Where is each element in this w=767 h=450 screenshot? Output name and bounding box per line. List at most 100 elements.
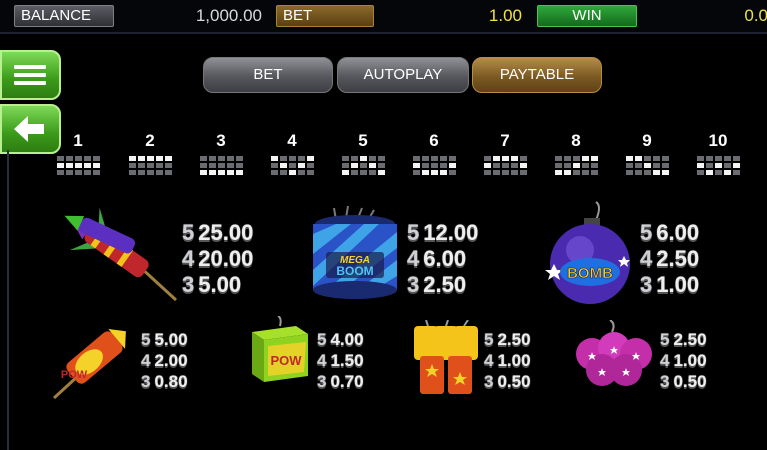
payline-cell [208,163,216,168]
payline-cell [723,163,731,168]
payline-cell [83,163,91,168]
pay-value: 0.80 [154,372,188,391]
payline-8: 8 [550,131,602,175]
tab-autoplay[interactable]: AUTOPLAY [337,57,469,93]
pay-row: 4 20.00 [182,246,253,272]
payline-cell [643,156,651,161]
payline-cell [483,163,491,168]
payline-cell [74,156,82,161]
payline-cell [421,156,429,161]
mega-boom-barrel-icon: MEGA BOOM [313,205,397,299]
payline-cell [341,163,349,168]
pay-value: 2.50 [423,272,467,297]
payline-cell [696,170,704,175]
menu-button[interactable] [0,50,61,100]
pay-count: 3 [640,272,653,297]
payline-cell [65,163,73,168]
payline-pattern [199,156,243,175]
svg-text:BOOM: BOOM [336,264,373,278]
payline-cell [705,156,713,161]
payline-cell [723,156,731,161]
pay-row: 3 1.00 [640,272,699,298]
payline-cell [359,156,367,161]
payline-cell [519,163,527,168]
payline-cell [306,170,314,175]
payline-number: 4 [287,131,297,150]
payline-cell [199,163,207,168]
pay-row: 3 2.50 [407,272,478,298]
payline-cell [501,170,509,175]
payline-number: 8 [571,131,581,150]
payline-cell [439,156,447,161]
payline-cell [732,170,740,175]
payline-number: 5 [358,131,368,150]
tab-bet[interactable]: BET [203,57,333,93]
balance-label: BALANCE [14,5,114,27]
payline-1: 1 [52,131,104,175]
payline-cell [696,156,704,161]
firecracker-bundle-paytable: 5 2.50 4 1.00 3 0.50 [484,329,531,392]
payline-cell [235,163,243,168]
pay-row: 3 0.80 [141,371,188,392]
payline-cell [510,156,518,161]
payline-cell [199,170,207,175]
payline-cell [146,170,154,175]
payline-cell [297,156,305,161]
payline-number: 6 [429,131,439,150]
payline-pattern [412,156,456,175]
payline-cell [226,163,234,168]
payline-cell [501,156,509,161]
pay-row: 4 1.00 [484,350,531,371]
payline-cell [510,170,518,175]
payline-cell [137,163,145,168]
payline-cell [270,163,278,168]
payline-cell [270,156,278,161]
payline-cell [430,156,438,161]
payline-cell [430,163,438,168]
payline-cell [146,156,154,161]
payline-cell [483,156,491,161]
pow-rocket-icon: POW [52,328,126,400]
payline-cell [412,170,420,175]
payline-cell [74,170,82,175]
arrow-left-icon [14,116,44,142]
pay-value: 1.00 [497,351,531,370]
payline-cell [350,163,358,168]
payline-cell [279,156,287,161]
payline-cell [590,156,598,161]
payline-cell [235,170,243,175]
payline-cell [270,170,278,175]
payline-cell [235,156,243,161]
payline-7: 7 [479,131,531,175]
payline-cell [590,163,598,168]
payline-cell [661,170,669,175]
pay-row: 4 2.00 [141,350,188,371]
payline-cell [208,170,216,175]
pay-value: 2.00 [154,351,188,370]
payline-cell [83,156,91,161]
pay-count: 3 [484,372,494,391]
payline-cell [590,170,598,175]
payline-cell [368,163,376,168]
payline-pattern [554,156,598,175]
svg-text:BOMB: BOMB [567,265,613,282]
payline-cell [581,170,589,175]
payline-cell [56,163,64,168]
payline-cell [297,163,305,168]
payline-cell [377,156,385,161]
payline-cell [501,163,509,168]
pay-row: 5 2.50 [484,329,531,350]
pay-value: 4.00 [330,330,364,349]
pow-rocket-paytable: 5 5.00 4 2.00 3 0.80 [141,329,188,392]
payline-cell [377,170,385,175]
payline-cell [652,156,660,161]
payline-cell [155,170,163,175]
payline-cell [554,156,562,161]
payline-cell [492,156,500,161]
payline-cell [696,163,704,168]
pay-value: 0.50 [673,372,707,391]
payline-cell [350,156,358,161]
payline-cell [519,170,527,175]
tab-paytable[interactable]: PAYTABLE [472,57,602,93]
payline-5: 5 [337,131,389,175]
